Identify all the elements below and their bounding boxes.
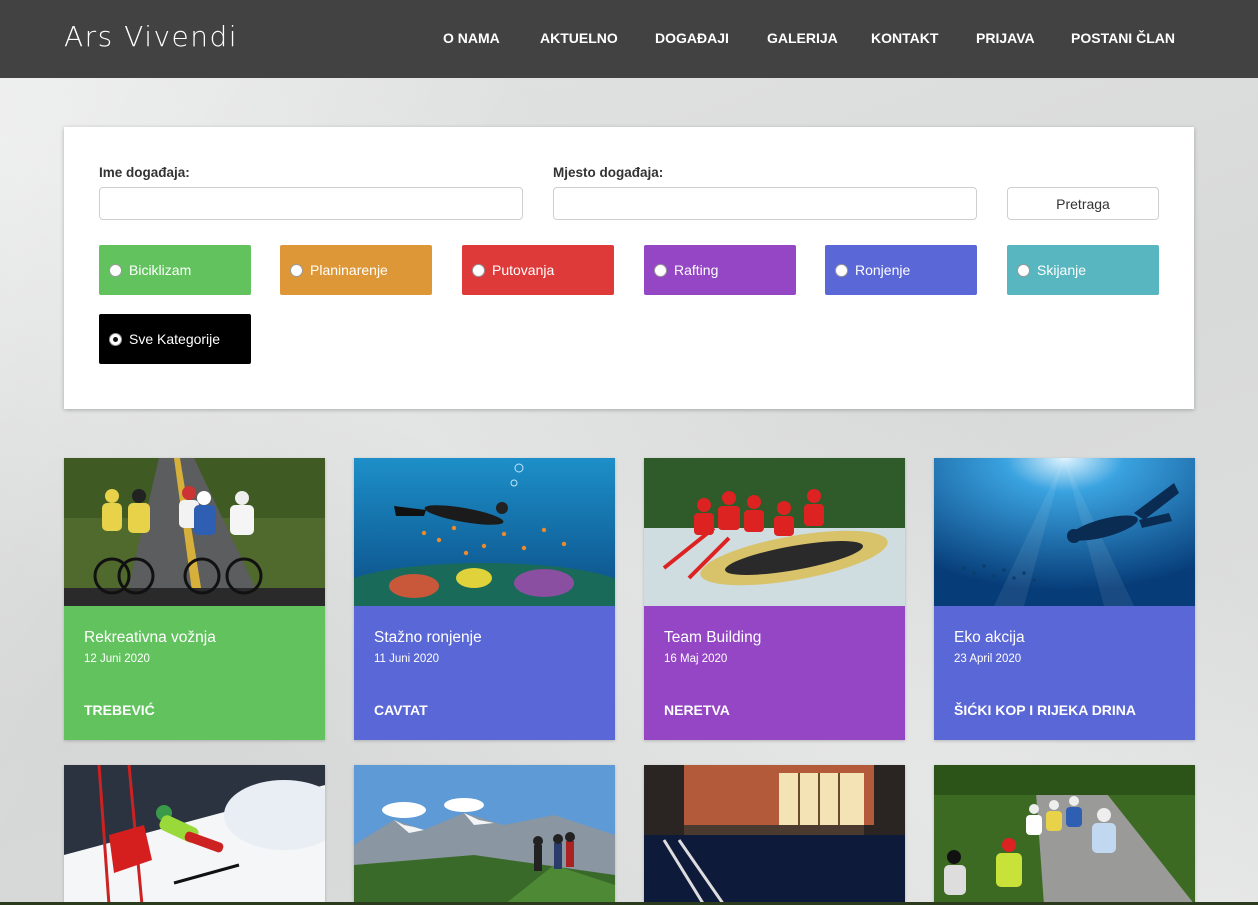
event-card[interactable]	[354, 765, 615, 905]
event-place-label: Mjesto događaja:	[553, 165, 664, 180]
indoor-pool-photo	[644, 765, 905, 905]
top-navbar: Ars Vivendi O NAMA AKTUELNO DOGAĐAJI GAL…	[0, 0, 1258, 78]
nav-aktuelno[interactable]: AKTUELNO	[540, 30, 618, 46]
mountain-hikers-photo	[354, 765, 615, 905]
event-place: CAVTAT	[374, 702, 428, 718]
category-label: Skijanje	[1037, 262, 1087, 278]
category-putovanja[interactable]: Putovanja	[462, 245, 614, 295]
event-card[interactable]	[64, 765, 325, 905]
category-skijanje[interactable]: Skijanje	[1007, 245, 1159, 295]
radio-icon[interactable]	[472, 263, 485, 277]
nav-postani-clan[interactable]: POSTANI ČLAN	[1071, 30, 1175, 46]
nav-o-nama[interactable]: O NAMA	[443, 30, 500, 46]
rafting-photo	[644, 458, 905, 606]
event-card[interactable]	[934, 765, 1195, 905]
nav-kontakt[interactable]: KONTAKT	[871, 30, 938, 46]
event-name-input[interactable]	[99, 187, 523, 220]
main-nav: O NAMA AKTUELNO DOGAĐAJI GALERIJA KONTAK…	[0, 30, 1258, 48]
event-date: 23 April 2020	[954, 653, 1022, 665]
road-cyclists-photo	[934, 765, 1195, 905]
event-title[interactable]: Stažno ronjenje	[374, 629, 482, 647]
category-label: Rafting	[674, 262, 719, 278]
cycling-race-photo	[64, 458, 325, 606]
event-date: 11 Juni 2020	[374, 653, 440, 665]
radio-icon[interactable]	[109, 263, 122, 277]
event-card[interactable]: Team Building 16 Maj 2020 NERETVA	[644, 458, 905, 740]
event-place-input[interactable]	[553, 187, 977, 220]
event-search-panel: Ime događaja: Mjesto događaja: Pretraga …	[64, 127, 1194, 409]
event-place: TREBEVIĆ	[84, 702, 155, 718]
category-label: Ronjenje	[855, 262, 911, 278]
radio-icon[interactable]	[654, 263, 667, 277]
coral-reef-diver-photo	[354, 458, 615, 606]
event-card[interactable]: Rekreativna vožnja 12 Juni 2020 TREBEVIĆ	[64, 458, 325, 740]
event-info: Eko akcija 23 April 2020 ŠIĆKI KOP I RIJ…	[934, 606, 1195, 740]
category-sve-kategorije[interactable]: Sve Kategorije	[99, 314, 251, 364]
nav-prijava[interactable]: PRIJAVA	[976, 30, 1035, 46]
category-ronjenje[interactable]: Ronjenje	[825, 245, 977, 295]
category-label: Planinarenje	[310, 262, 388, 278]
radio-icon[interactable]	[109, 332, 122, 346]
event-card[interactable]	[644, 765, 905, 905]
event-place: ŠIĆKI KOP I RIJEKA DRINA	[954, 702, 1137, 718]
event-date: 16 Maj 2020	[664, 653, 728, 665]
event-date: 12 Juni 2020	[84, 653, 150, 665]
radio-icon[interactable]	[290, 263, 303, 277]
event-card[interactable]: Eko akcija 23 April 2020 ŠIĆKI KOP I RIJ…	[934, 458, 1195, 740]
underwater-diver-photo	[934, 458, 1195, 606]
ski-slalom-photo	[64, 765, 325, 905]
nav-galerija[interactable]: GALERIJA	[767, 30, 838, 46]
event-title[interactable]: Eko akcija	[954, 629, 1025, 647]
category-planinarenje[interactable]: Planinarenje	[280, 245, 432, 295]
radio-icon[interactable]	[1017, 263, 1030, 277]
category-label: Biciklizam	[129, 262, 192, 278]
radio-icon[interactable]	[835, 263, 848, 277]
event-name-label: Ime događaja:	[99, 165, 190, 180]
event-info: Team Building 16 Maj 2020 NERETVA	[644, 606, 905, 740]
category-biciklizam[interactable]: Biciklizam	[99, 245, 251, 295]
event-info: Stažno ronjenje 11 Juni 2020 CAVTAT	[354, 606, 615, 740]
event-place: NERETVA	[664, 702, 730, 718]
event-title[interactable]: Rekreativna vožnja	[84, 629, 216, 647]
category-label: Sve Kategorije	[129, 331, 221, 347]
category-label: Putovanja	[492, 262, 555, 278]
event-title[interactable]: Team Building	[664, 629, 761, 647]
event-card[interactable]: Stažno ronjenje 11 Juni 2020 CAVTAT	[354, 458, 615, 740]
category-rafting[interactable]: Rafting	[644, 245, 796, 295]
nav-dogadjaji[interactable]: DOGAĐAJI	[655, 30, 729, 46]
search-button[interactable]: Pretraga	[1007, 187, 1159, 220]
event-info: Rekreativna vožnja 12 Juni 2020 TREBEVIĆ	[64, 606, 325, 740]
